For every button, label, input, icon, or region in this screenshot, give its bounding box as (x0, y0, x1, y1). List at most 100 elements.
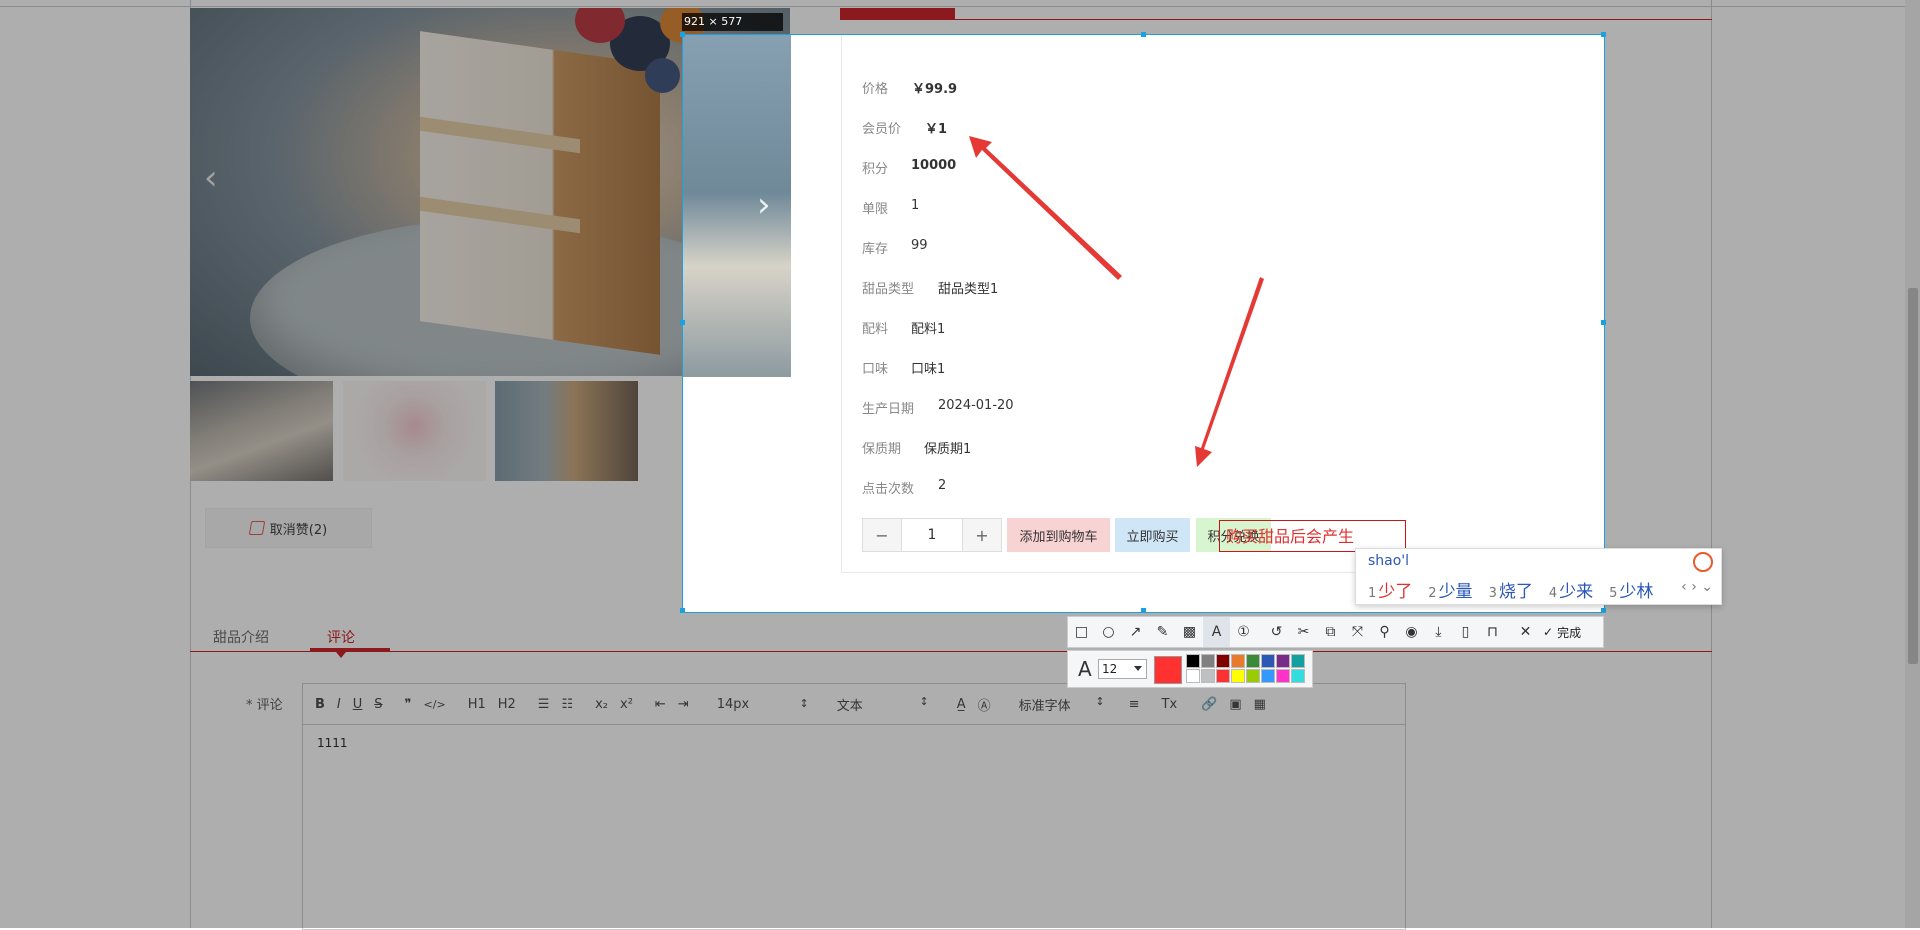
dessert-type-label: 甜品类型 (862, 282, 915, 297)
candidate-text: 少了 (1378, 582, 1413, 602)
ime-candidate-5[interactable]: 5 少林 (1609, 577, 1653, 602)
candidate-text: 少林 (1619, 582, 1654, 602)
member-price-value: ￥1 (925, 122, 948, 137)
limit-value: 1 (911, 198, 920, 213)
download-icon[interactable]: ⤓ (1425, 617, 1452, 647)
quantity-plus-button[interactable]: + (963, 519, 1001, 551)
product-image-slice: › (683, 35, 791, 377)
arrow-icon[interactable]: ↗ (1122, 617, 1149, 647)
color-swatch[interactable] (1291, 654, 1305, 668)
translate-icon[interactable]: ⧉ (1317, 617, 1344, 647)
ime-candidate-window: shao'l 1 少了 2 少量 3 烧了 4 少来 5 少林 ‹ › ⌄ (1355, 548, 1722, 605)
resize-handle-nw[interactable] (680, 32, 685, 37)
candidate-number: 2 (1428, 586, 1437, 601)
product-detail-card: 价格 ￥99.9 会员价 ￥1 积分 10000 单限 1 库存 99 甜品类型… (841, 35, 1604, 573)
done-button[interactable]: ✓ 完成 (1543, 624, 1581, 641)
candidate-number: 4 (1548, 586, 1558, 601)
color-swatch[interactable] (1261, 669, 1275, 683)
color-swatch[interactable] (1186, 654, 1200, 668)
bookmark-icon[interactable]: ⊓ (1479, 617, 1506, 647)
pencil-icon[interactable]: ✎ (1149, 617, 1176, 647)
rectangle-icon[interactable]: □ (1068, 617, 1095, 647)
ime-logo-icon[interactable] (1693, 552, 1713, 572)
shelf-life-label: 保质期 (862, 442, 902, 457)
resize-handle-e[interactable] (1601, 320, 1606, 325)
resize-handle-ne[interactable] (1601, 32, 1606, 37)
candidate-text: 少量 (1438, 582, 1473, 602)
screenshot-dim (1605, 34, 1920, 613)
points-label: 积分 (862, 162, 889, 177)
screenshot-selection[interactable]: › 价格 ￥99.9 会员价 ￥1 积分 10000 单限 1 库存 99 甜品… (682, 34, 1605, 613)
quantity-minus-button[interactable]: − (863, 519, 901, 551)
color-swatch[interactable] (1231, 654, 1245, 668)
screenshot-toolbar: □ ○ ↗ ✎ ▩ A ① ↺ ✂ ⧉ ⤧ ⚲ ◉ ⤓ ▯ ⊓ ✕ ✓ 完成 (1067, 616, 1604, 648)
color-swatch[interactable] (1276, 669, 1290, 683)
ime-candidate-2[interactable]: 2 少量 (1428, 577, 1472, 602)
screenshot-dim (0, 34, 682, 613)
done-label: 完成 (1557, 625, 1582, 640)
add-to-cart-button[interactable]: 添加到购物车 (1007, 518, 1110, 552)
mosaic-icon[interactable]: ▩ (1176, 617, 1203, 647)
buy-now-button[interactable]: 立即购买 (1115, 518, 1190, 552)
record-icon[interactable]: ◉ (1398, 617, 1425, 647)
candidate-number: 5 (1609, 586, 1618, 601)
selection-size-label: 921 × 577 (682, 13, 783, 31)
quantity-input[interactable]: 1 (901, 519, 963, 551)
dessert-type-value: 甜品类型1 (938, 282, 999, 297)
candidate-number: 3 (1488, 586, 1497, 601)
ime-candidate-3[interactable]: 3 烧了 (1489, 577, 1533, 602)
font-size-dropdown[interactable]: 12 (1098, 659, 1147, 679)
color-swatch[interactable] (1201, 669, 1215, 683)
shelf-life-value: 保质期1 (924, 442, 972, 457)
color-swatch[interactable] (1246, 654, 1260, 668)
resize-handle-w[interactable] (680, 320, 685, 325)
color-swatch[interactable] (1186, 669, 1200, 683)
resize-handle-sw[interactable] (680, 608, 685, 613)
undo-icon[interactable]: ↺ (1263, 617, 1290, 647)
quantity-stepper[interactable]: − 1 + (862, 518, 1002, 552)
screenshot-dim (0, 0, 1920, 34)
ingredients-value: 配料1 (911, 322, 946, 337)
ellipse-icon[interactable]: ○ (1095, 617, 1122, 647)
save-icon[interactable]: ▯ (1452, 617, 1479, 647)
candidate-number: 1 (1368, 586, 1377, 601)
ime-candidate-1[interactable]: 1 少了 (1368, 577, 1412, 602)
ime-candidates: 1 少了 2 少量 3 烧了 4 少来 5 少林 (1368, 577, 1653, 602)
resize-handle-s[interactable] (1141, 608, 1146, 613)
member-price-label: 会员价 (862, 122, 902, 137)
color-swatch[interactable] (1216, 654, 1230, 668)
text-properties-panel: A 12 (1067, 650, 1313, 688)
ocr-icon[interactable]: ✂ (1290, 617, 1317, 647)
ime-candidate-4[interactable]: 4 少来 (1549, 577, 1593, 602)
ingredients-label: 配料 (862, 322, 889, 337)
resize-handle-n[interactable] (1141, 32, 1146, 37)
price-value: ￥99.9 (912, 82, 958, 97)
stock-value: 99 (911, 238, 928, 253)
candidate-text: 少来 (1559, 582, 1594, 602)
click-count-label: 点击次数 (862, 482, 915, 497)
pin-icon[interactable]: ⚲ (1371, 617, 1398, 647)
close-icon[interactable]: ✕ (1512, 617, 1539, 647)
color-swatch[interactable] (1246, 669, 1260, 683)
color-swatch[interactable] (1231, 669, 1245, 683)
color-swatch[interactable] (1276, 654, 1290, 668)
color-swatch[interactable] (1291, 669, 1305, 683)
limit-label: 单限 (862, 202, 889, 217)
ime-page-arrows-icon[interactable]: ‹ › ⌄ (1681, 579, 1713, 595)
production-date-value: 2024-01-20 (938, 398, 1014, 413)
resize-handle-se[interactable] (1601, 608, 1606, 613)
text-icon[interactable]: A (1203, 617, 1230, 647)
production-date-label: 生产日期 (862, 402, 915, 417)
color-swatch[interactable] (1201, 654, 1215, 668)
long-screenshot-icon[interactable]: ⤧ (1344, 617, 1371, 647)
points-value: 10000 (911, 158, 957, 173)
check-icon: ✓ (1543, 625, 1554, 639)
ime-composition: shao'l (1368, 553, 1410, 569)
gallery-next-icon[interactable]: › (757, 185, 771, 225)
screenshot-dim (0, 613, 1920, 928)
color-swatch[interactable] (1261, 654, 1275, 668)
color-swatch[interactable] (1216, 669, 1230, 683)
number-icon[interactable]: ① (1230, 617, 1257, 647)
flavor-value: 口味1 (911, 362, 946, 377)
current-color-swatch[interactable] (1154, 656, 1182, 684)
